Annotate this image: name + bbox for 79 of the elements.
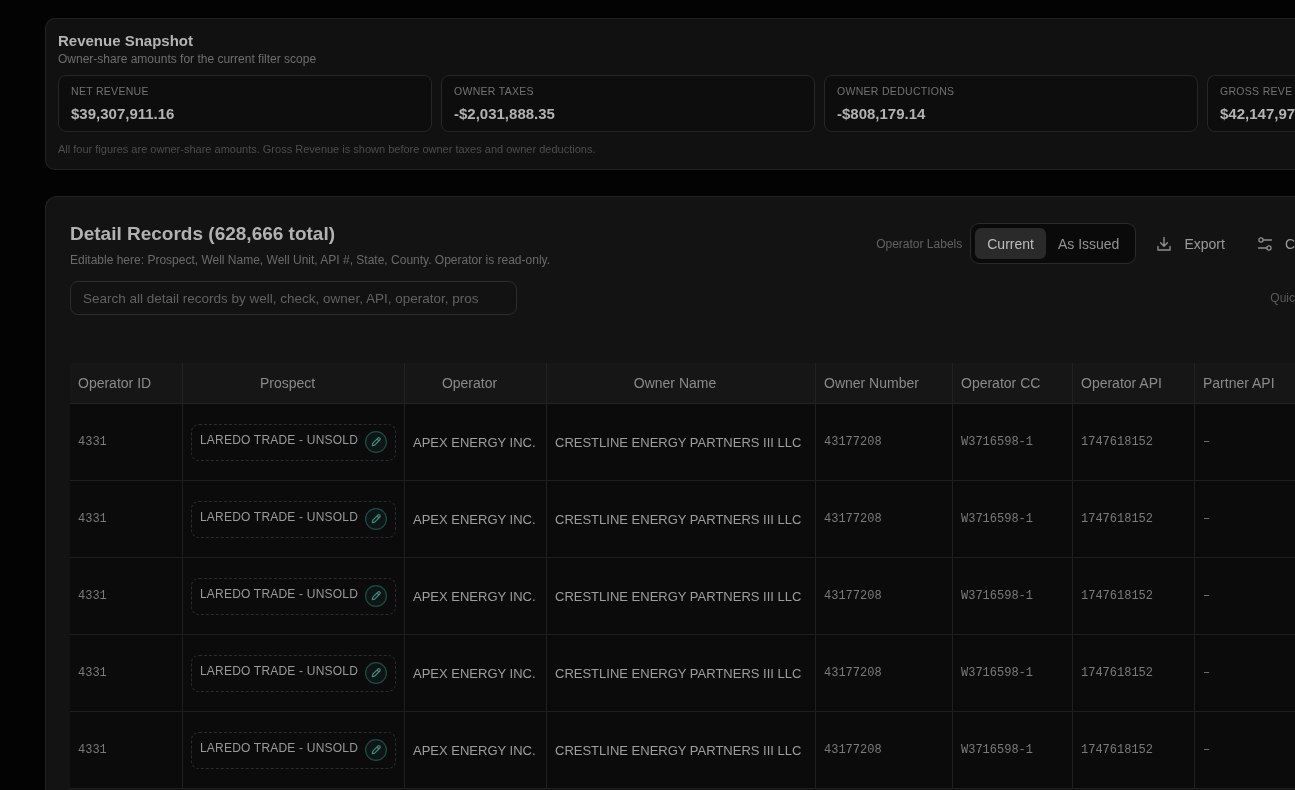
prospect-text: LAREDO TRADE - UNSOLD <box>200 433 358 449</box>
table-cell: APEX ENERGY INC. <box>405 635 547 712</box>
metric-value: -$808,179.14 <box>837 104 927 124</box>
pencil-icon[interactable] <box>365 431 387 453</box>
table-cell: APEX ENERGY INC. <box>405 558 547 635</box>
table-cell: 4331 <box>70 558 183 635</box>
metric-label: OWNER DEDUCTIONS <box>837 84 956 98</box>
panel-title: Revenue Snapshot <box>58 31 195 51</box>
table-cell: 1747618152 <box>1073 404 1195 481</box>
table-cell: APEX ENERGY INC. <box>405 404 547 481</box>
pencil-icon[interactable] <box>365 739 387 761</box>
search-field[interactable]: Search all detail records by well, check, owner, API, operator, pros <box>70 281 517 315</box>
table-cell: 43177208 <box>816 481 953 558</box>
pencil-icon[interactable] <box>365 585 387 607</box>
table-cell: – <box>1195 635 1295 712</box>
table-cell: 1747618152 <box>1073 558 1195 635</box>
table-cell: – <box>1195 404 1295 481</box>
column-header: Operator ID <box>70 363 183 404</box>
table-cell: 43177208 <box>816 404 953 481</box>
table-cell: CRESTLINE ENERGY PARTNERS III LLC <box>547 404 816 481</box>
table-cell: CRESTLINE ENERGY PARTNERS III LLC <box>547 712 816 789</box>
prospect-chip[interactable]: LAREDO TRADE - UNSOLD <box>191 500 396 538</box>
table-cell: W3716598-1 <box>953 558 1073 635</box>
quick-label: Quic <box>1270 291 1295 305</box>
records-title: Detail Records (628,666 total) <box>70 222 337 246</box>
metric-value: $39,307,911.16 <box>71 104 176 124</box>
table-cell: CRESTLINE ENERGY PARTNERS III LLC <box>547 558 816 635</box>
prospect-chip[interactable]: LAREDO TRADE - UNSOLD <box>191 654 396 692</box>
table-cell: W3716598-1 <box>953 404 1073 481</box>
prospect-text: LAREDO TRADE - UNSOLD <box>200 741 358 757</box>
segment-tab[interactable]: Current <box>975 228 1046 259</box>
records-subtitle: Editable here: Prospect, Well Name, Well Unit, API #, State, County. Operator is read-only. <box>70 252 550 268</box>
table-cell: 1747618152 <box>1073 712 1195 789</box>
table-cell: – <box>1195 481 1295 558</box>
prospect-text: LAREDO TRADE - UNSOLD <box>200 510 358 526</box>
table-cell: CRESTLINE ENERGY PARTNERS III LLC <box>547 481 816 558</box>
table-cell: APEX ENERGY INC. <box>405 712 547 789</box>
metric-value: -$2,031,888.35 <box>454 104 556 124</box>
table-cell: 4331 <box>70 712 183 789</box>
download-icon <box>1156 235 1173 252</box>
operator-labels-label: Operator Labels <box>876 236 963 251</box>
prospect-text: LAREDO TRADE - UNSOLD <box>200 664 358 680</box>
table-cell: 1747618152 <box>1073 635 1195 712</box>
prospect-chip[interactable]: LAREDO TRADE - UNSOLD <box>191 731 396 769</box>
columns-button[interactable]: C <box>1244 227 1295 260</box>
table-cell: 43177208 <box>816 712 953 789</box>
segment-tab[interactable]: As Issued <box>1045 228 1132 259</box>
metric-label: OWNER TAXES <box>454 84 535 98</box>
prospect-chip[interactable]: LAREDO TRADE - UNSOLD <box>191 577 396 615</box>
table-cell: W3716598-1 <box>953 712 1073 789</box>
table-cell: – <box>1195 712 1295 789</box>
footnote-text: All four figures are owner-share amounts. Gross Revenue is shown before owner taxes and owner deductions. <box>58 142 597 156</box>
export-button[interactable]: Export <box>1144 227 1237 260</box>
column-header: Owner Name <box>547 363 816 404</box>
table-cell: 4331 <box>70 481 183 558</box>
table-cell: APEX ENERGY INC. <box>405 481 547 558</box>
table-cell: W3716598-1 <box>953 481 1073 558</box>
table-cell: 43177208 <box>816 558 953 635</box>
table-cell: 4331 <box>70 404 183 481</box>
metric-value: $42,147,97 <box>1220 104 1295 124</box>
pencil-icon[interactable] <box>365 662 387 684</box>
table-cell: – <box>1195 558 1295 635</box>
metric-label: NET REVENUE <box>71 84 150 98</box>
metric-label: GROSS REVE <box>1220 84 1294 98</box>
table-cell: CRESTLINE ENERGY PARTNERS III LLC <box>547 635 816 712</box>
table-cell: 4331 <box>70 635 183 712</box>
panel-subtitle: Owner-share amounts for the current filter scope <box>58 51 318 67</box>
column-header: Operator <box>405 363 547 404</box>
sliders-icon <box>1256 235 1273 252</box>
prospect-chip[interactable]: LAREDO TRADE - UNSOLD <box>191 423 396 461</box>
table-cell: W3716598-1 <box>953 635 1073 712</box>
table-cell: 1747618152 <box>1073 481 1195 558</box>
prospect-text: LAREDO TRADE - UNSOLD <box>200 587 358 603</box>
pencil-icon[interactable] <box>365 508 387 530</box>
column-header: Owner Number <box>816 363 953 404</box>
table-cell: 43177208 <box>816 635 953 712</box>
column-header: Operator API <box>1073 363 1195 404</box>
column-header: Operator CC <box>953 363 1073 404</box>
column-header: Prospect <box>183 363 405 404</box>
